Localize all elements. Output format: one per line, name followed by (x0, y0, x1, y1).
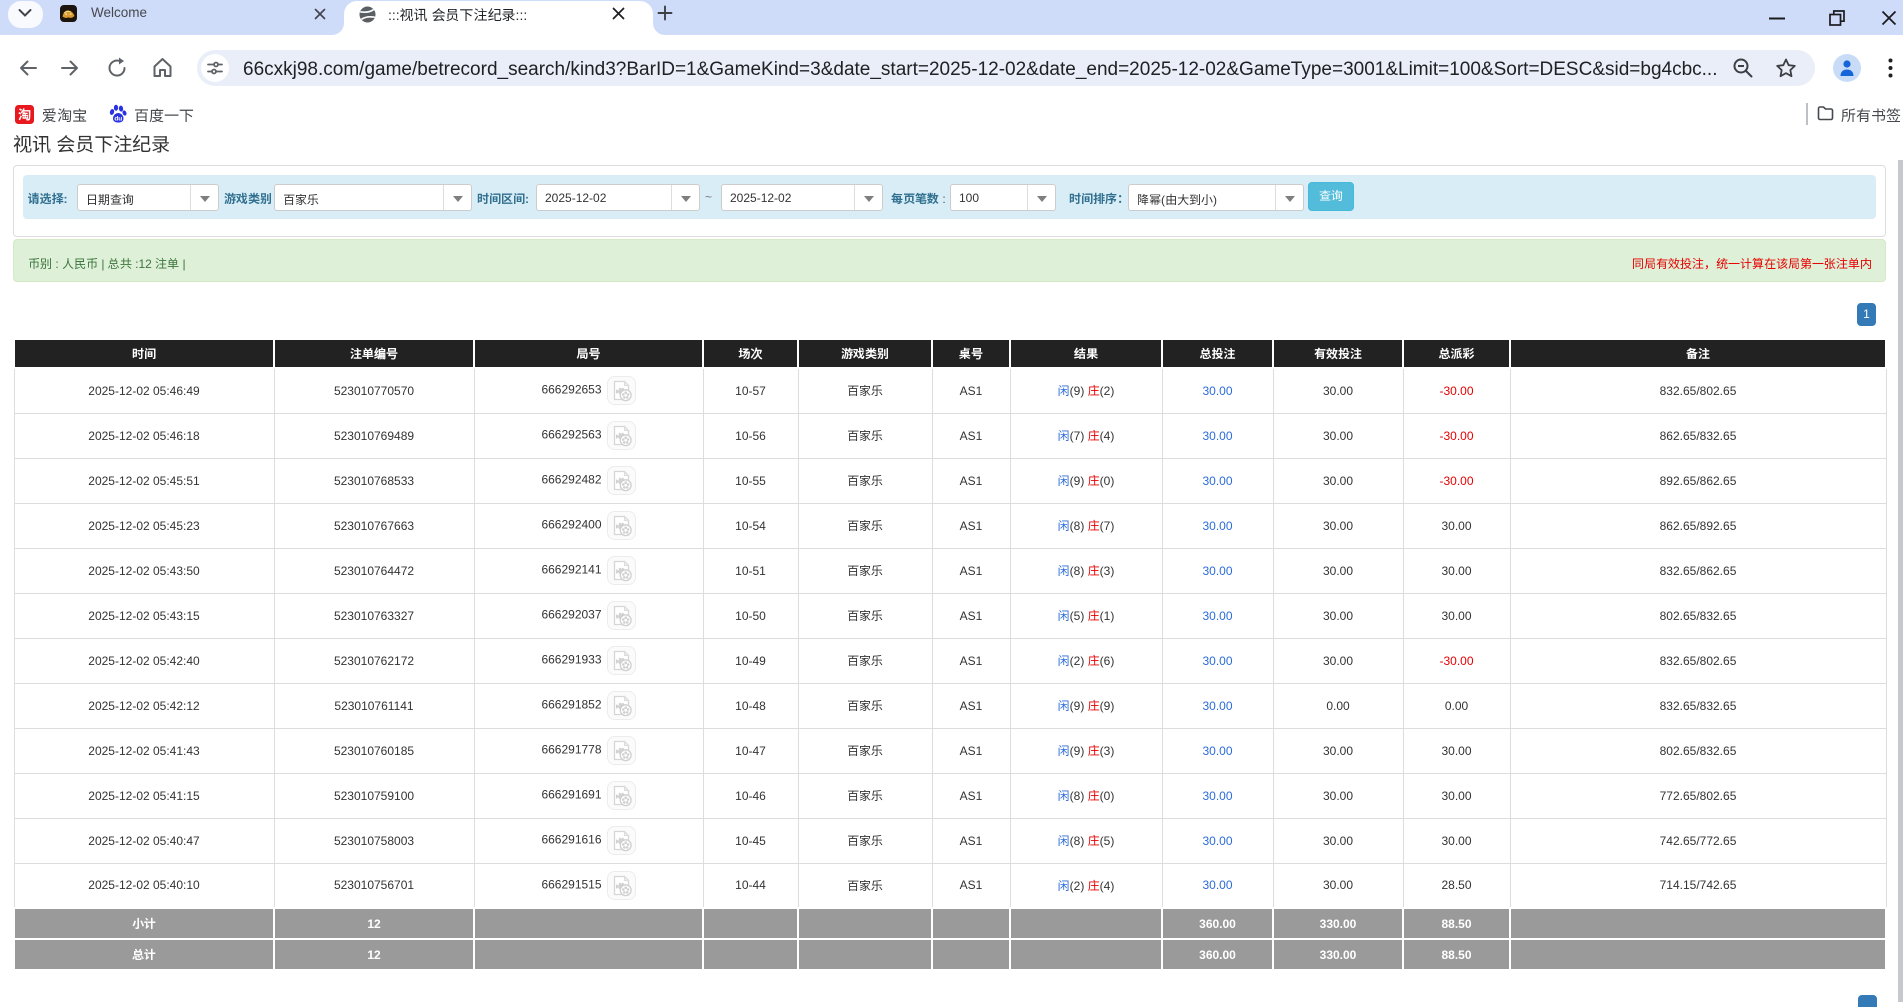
svg-text:du: du (114, 116, 122, 123)
svg-text:淘: 淘 (18, 105, 31, 124)
